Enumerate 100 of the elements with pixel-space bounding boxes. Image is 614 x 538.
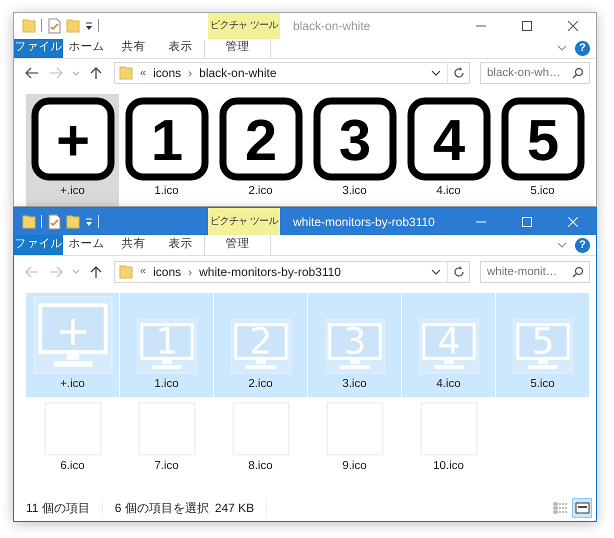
- file-thumbnail: 4: [406, 96, 490, 181]
- customize-icon[interactable]: [85, 20, 93, 31]
- file-thumbnail: 5: [500, 96, 584, 181]
- refresh-icon: [452, 67, 464, 80]
- back-arrow-icon: [25, 266, 39, 278]
- file-item[interactable]: 2 2.ico: [214, 94, 307, 206]
- ribbon-tab[interactable]: 共有: [110, 38, 157, 58]
- file-item[interactable]: 8.ico: [214, 399, 307, 479]
- search-icon: [572, 67, 584, 80]
- chevron-down-icon: [72, 70, 80, 76]
- breadcrumb-link[interactable]: icons: [153, 262, 182, 280]
- breadcrumb-separator: ›: [188, 264, 192, 280]
- ribbon-tab[interactable]: ホーム: [63, 235, 110, 255]
- file-tab[interactable]: ファイル: [14, 38, 63, 58]
- expand-ribbon-icon[interactable]: [557, 45, 567, 52]
- file-name: 6.ico: [60, 458, 85, 474]
- address-bar[interactable]: « icons › black-on-white: [114, 62, 470, 84]
- ribbon-tab[interactable]: 共有: [110, 235, 157, 255]
- forward-arrow-icon: [49, 266, 63, 278]
- help-button[interactable]: ?: [575, 40, 590, 56]
- details-view-icon: [552, 500, 568, 514]
- file-name: 2.ico: [248, 376, 273, 392]
- ribbon-tab[interactable]: 表示: [157, 235, 204, 255]
- context-tab-header: ピクチャ ツール: [208, 13, 280, 39]
- file-thumbnail: [230, 402, 292, 456]
- file-item[interactable]: 9.ico: [308, 399, 401, 479]
- search-field[interactable]: white-monit…: [480, 260, 590, 282]
- large-icons-view-icon: [574, 500, 590, 514]
- item-count: 11 個の項目: [26, 498, 103, 516]
- close-icon: [568, 20, 578, 31]
- selection-size: 247 KB: [214, 498, 268, 516]
- file-thumbnail: 3: [312, 96, 396, 181]
- file-name: 10.ico: [433, 458, 464, 474]
- file-name: 1.ico: [154, 184, 179, 199]
- chevron-down-icon: [431, 70, 441, 76]
- file-name: +.ico: [60, 376, 85, 392]
- file-item[interactable]: 5 5.ico: [496, 94, 589, 206]
- file-name: 5.ico: [530, 376, 555, 392]
- close-icon: [568, 216, 578, 226]
- file-name: 8.ico: [248, 458, 273, 474]
- properties-icon[interactable]: [47, 18, 61, 34]
- breadcrumb-separator: ›: [188, 65, 192, 82]
- file-thumbnail: 2: [218, 96, 302, 181]
- context-tab-header: ピクチャ ツール: [208, 208, 280, 235]
- file-item[interactable]: + +.ico: [26, 94, 119, 206]
- file-thumbnail: +: [30, 96, 114, 181]
- overflow-chevron[interactable]: «: [140, 263, 146, 280]
- ribbon-tab[interactable]: 表示: [157, 38, 204, 58]
- new-folder-icon[interactable]: [66, 214, 80, 230]
- file-name: 3.ico: [342, 376, 367, 392]
- window-title: white-monitors-by-rob3110: [292, 214, 435, 230]
- breadcrumb-link[interactable]: black-on-white: [199, 64, 277, 82]
- properties-icon[interactable]: [47, 214, 61, 230]
- file-name: 9.ico: [342, 458, 367, 474]
- breadcrumb-link[interactable]: white-monitors-by-rob3110: [199, 262, 341, 280]
- file-name: 2.ico: [248, 184, 273, 199]
- file-name: 4.ico: [436, 184, 461, 199]
- refresh-icon: [452, 266, 464, 278]
- overflow-chevron[interactable]: «: [140, 65, 146, 82]
- help-button[interactable]: ?: [575, 238, 590, 252]
- ribbon-tab[interactable]: ホーム: [63, 38, 110, 58]
- chevron-down-icon: [72, 269, 80, 274]
- expand-ribbon-icon[interactable]: [557, 242, 567, 248]
- chevron-down-icon: [431, 268, 441, 274]
- folder-icon: [119, 264, 133, 280]
- file-tab[interactable]: ファイル: [14, 235, 63, 255]
- file-item[interactable]: 1 1.ico: [120, 94, 213, 206]
- folder-icon[interactable]: [22, 214, 36, 230]
- address-bar[interactable]: « icons › white-monitors-by-rob3110: [114, 260, 470, 282]
- up-arrow-icon: [90, 66, 102, 80]
- search-icon: [572, 266, 584, 278]
- file-name: 4.ico: [436, 376, 461, 392]
- file-name: 1.ico: [154, 376, 179, 392]
- file-thumbnail: [324, 402, 386, 456]
- folder-icon: [119, 65, 133, 82]
- forward-arrow-icon: [49, 67, 63, 80]
- maximize-icon: [522, 216, 532, 226]
- view-button[interactable]: [572, 498, 592, 518]
- up-arrow-icon: [90, 264, 102, 278]
- file-item[interactable]: 3 3.ico: [308, 94, 401, 206]
- selection-count: 6 個の項目を選択: [114, 500, 210, 516]
- file-thumbnail: +: [32, 296, 114, 374]
- file-thumbnail: [418, 402, 480, 456]
- breadcrumb-link[interactable]: icons: [153, 64, 182, 82]
- file-item[interactable]: 4 4.ico: [402, 94, 495, 206]
- file-name: 3.ico: [342, 184, 367, 199]
- file-name: 5.ico: [530, 184, 555, 199]
- file-item[interactable]: 7.ico: [120, 399, 213, 479]
- maximize-icon: [522, 20, 532, 31]
- file-item[interactable]: 10.ico: [402, 399, 495, 479]
- back-arrow-icon: [25, 67, 39, 80]
- file-item[interactable]: 6.ico: [26, 399, 119, 479]
- window-title: black-on-white: [292, 18, 370, 35]
- file-thumbnail: 1: [124, 96, 208, 181]
- file-name: 7.ico: [154, 458, 179, 474]
- search-field[interactable]: black-on-wh…: [480, 62, 590, 84]
- file-name: +.ico: [60, 184, 85, 199]
- file-thumbnail: [42, 402, 104, 456]
- file-thumbnail: [136, 402, 198, 456]
- file-item[interactable]: + +.ico: [26, 293, 119, 397]
